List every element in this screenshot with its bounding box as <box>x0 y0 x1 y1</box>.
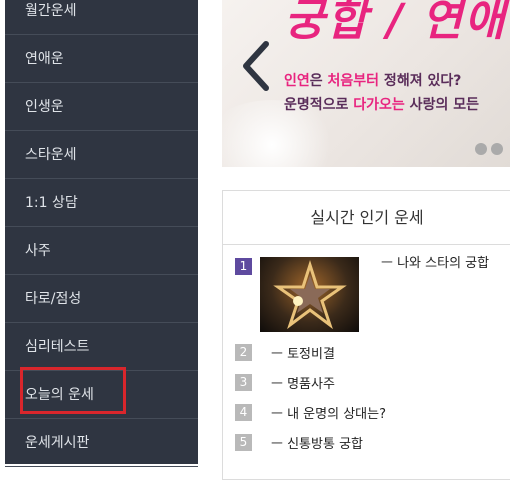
banner-tagline-text: 정해져 있다? <box>379 73 462 89</box>
ranking-item-label[interactable]: ㅡ 내 운명의 상대는? <box>271 403 386 422</box>
sidebar-item-psychtest[interactable]: 심리테스트 <box>5 323 198 371</box>
banner-tagline-text: 운명적으로 <box>284 97 354 113</box>
sidebar-item-tarot[interactable]: 타로/점성 <box>5 275 198 323</box>
rank-number: 4 <box>235 404 252 421</box>
sidebar-item-star[interactable]: 스타운세 <box>5 131 198 179</box>
sidebar-nav: 월간운세 연애운 인생운 스타운세 1:1 상담 사주 타로/점성 심리테스트 … <box>5 0 198 467</box>
chevron-left-icon[interactable] <box>240 40 272 92</box>
banner-tagline-highlight: 인연 <box>284 73 310 89</box>
banner-tagline-highlight: 다가오는 <box>353 97 405 113</box>
thumbnail-image[interactable] <box>260 257 359 332</box>
rank-number: 1 <box>235 258 252 275</box>
banner-tagline-highlight: 처음부터 <box>327 73 380 89</box>
carousel-dots <box>475 140 507 159</box>
ranking-item-label[interactable]: ㅡ 명품사주 <box>271 373 335 392</box>
sidebar-item-life[interactable]: 인생운 <box>5 83 198 131</box>
rank-number: 3 <box>235 374 252 391</box>
carousel-dot[interactable] <box>491 143 503 155</box>
sidebar-item-love[interactable]: 연애운 <box>5 35 198 83</box>
banner-tagline-2: 운명적으로 다가오는 사랑의 모든 <box>284 94 479 114</box>
sidebar-item-saju[interactable]: 사주 <box>5 227 198 275</box>
ranking-item-label[interactable]: ㅡ 나와 스타의 궁합 <box>381 254 510 274</box>
banner-tagline-1: 인연은 처음부터 정해져 있다? <box>284 70 461 90</box>
ranking-panel: 실시간 인기 운세 1 ㅡ 나와 스타의 궁합 2 ㅡ 토정비결 3 ㅡ 명품사… <box>222 190 510 480</box>
banner-title: 궁합 / 연애 <box>284 0 507 46</box>
rank-number: 2 <box>235 344 252 361</box>
promo-banner[interactable]: 궁합 / 연애 인연은 처음부터 정해져 있다? 운명적으로 다가오는 사랑의 … <box>222 0 510 167</box>
banner-tagline-text: 은 <box>309 73 328 89</box>
sidebar-item-consult[interactable]: 1:1 상담 <box>5 179 198 227</box>
ranking-item-label[interactable]: ㅡ 토정비결 <box>271 343 335 362</box>
banner-tagline-text: 사랑의 모든 <box>404 97 479 113</box>
star-logo-image <box>273 260 347 330</box>
ranking-title: 실시간 인기 운세 <box>223 191 510 245</box>
highlight-box <box>20 367 126 414</box>
sidebar-item-monthly[interactable]: 월간운세 <box>5 0 198 35</box>
carousel-dot[interactable] <box>475 143 487 155</box>
ranking-item-label[interactable]: ㅡ 신통방통 궁합 <box>271 433 363 452</box>
rank-number: 5 <box>235 434 252 451</box>
sidebar-item-board[interactable]: 운세게시판 <box>5 419 198 467</box>
